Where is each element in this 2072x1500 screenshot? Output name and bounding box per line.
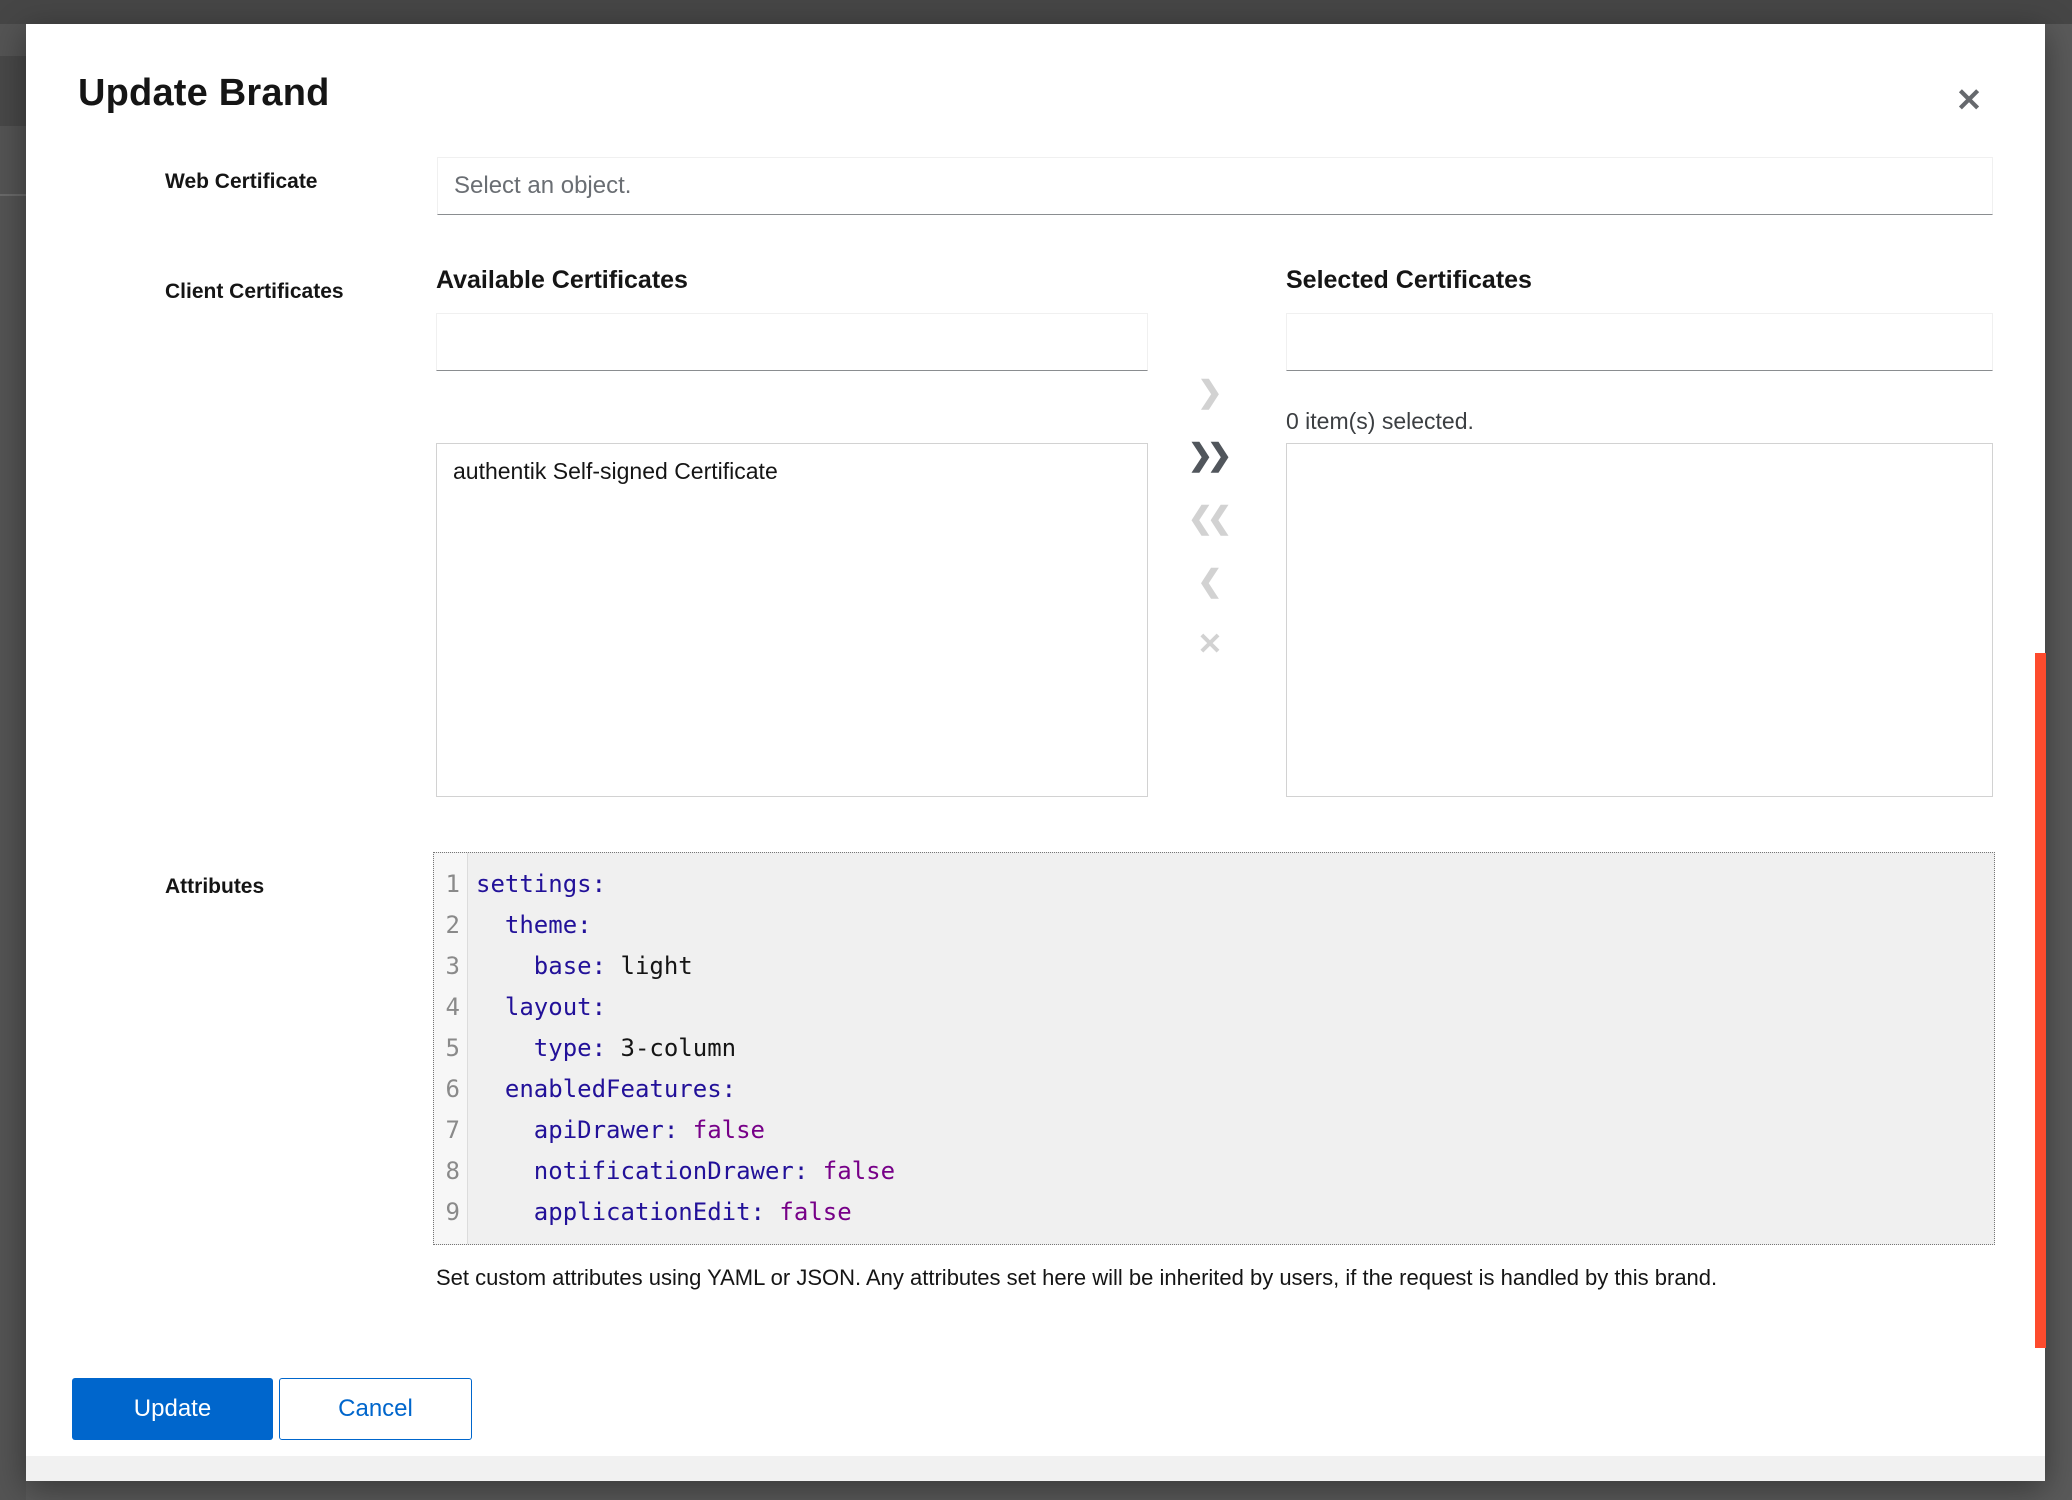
code-line: notificationDrawer: false bbox=[476, 1151, 895, 1192]
selected-count-status: 0 item(s) selected. bbox=[1286, 408, 1474, 435]
code-line: apiDrawer: false bbox=[476, 1110, 895, 1151]
code-line: layout: bbox=[476, 987, 895, 1028]
code-line: enabledFeatures: bbox=[476, 1069, 895, 1110]
available-certificates-heading: Available Certificates bbox=[436, 266, 688, 295]
selected-certificates-heading: Selected Certificates bbox=[1286, 266, 1532, 295]
move-selected-left-icon: ❮ bbox=[1180, 561, 1240, 602]
modal-scrollbar-thumb[interactable] bbox=[2035, 653, 2046, 1348]
background-topbar bbox=[0, 0, 2072, 24]
code-line: type: 3-column bbox=[476, 1028, 895, 1069]
code-line: settings: bbox=[476, 864, 895, 905]
code-line-numbers: 123456789 bbox=[434, 853, 468, 1244]
selected-search-input[interactable] bbox=[1286, 313, 1993, 371]
web-certificate-label: Web Certificate bbox=[165, 170, 318, 194]
update-brand-modal: Update Brand ✕ Web Certificate Client Ce… bbox=[26, 24, 2045, 1481]
available-search-input[interactable] bbox=[436, 313, 1148, 371]
selected-search bbox=[1286, 313, 1993, 371]
cancel-button[interactable]: Cancel bbox=[279, 1378, 472, 1440]
modal-title: Update Brand bbox=[78, 72, 330, 115]
code-line: base: light bbox=[476, 946, 895, 987]
code-line: applicationEdit: false bbox=[476, 1192, 895, 1233]
certificate-list-item[interactable]: authentik Self-signed Certificate bbox=[437, 444, 1147, 499]
attributes-help-text: Set custom attributes using YAML or JSON… bbox=[436, 1265, 1956, 1291]
client-certificates-label: Client Certificates bbox=[165, 280, 344, 304]
dual-list-controls: ❯❯❯❮❮❮✕ bbox=[1170, 372, 1250, 665]
attributes-label: Attributes bbox=[165, 875, 264, 899]
available-certificates-list: authentik Self-signed Certificate bbox=[436, 443, 1148, 797]
update-button[interactable]: Update bbox=[72, 1378, 273, 1440]
move-all-left-icon: ❮❮ bbox=[1180, 498, 1240, 539]
background-seam bbox=[0, 194, 26, 196]
selected-certificates-list bbox=[1286, 443, 1993, 797]
move-all-right-icon[interactable]: ❯❯ bbox=[1180, 435, 1240, 476]
move-selected-right-icon: ❯ bbox=[1180, 372, 1240, 413]
modal-footer-strip bbox=[26, 1456, 2045, 1481]
background-sidebar-edge bbox=[0, 24, 26, 1500]
attributes-code-editor[interactable]: 123456789 settings: theme: base: light l… bbox=[433, 852, 1995, 1245]
code-line: theme: bbox=[476, 905, 895, 946]
available-search bbox=[436, 313, 1148, 371]
web-certificate-input[interactable] bbox=[437, 157, 1993, 215]
remove-all-icon: ✕ bbox=[1180, 624, 1240, 665]
close-icon[interactable]: ✕ bbox=[1945, 76, 1993, 124]
code-content[interactable]: settings: theme: base: light layout: typ… bbox=[468, 853, 895, 1244]
screen: Update Brand ✕ Web Certificate Client Ce… bbox=[0, 0, 2072, 1500]
background-sidebar-block bbox=[0, 56, 26, 126]
